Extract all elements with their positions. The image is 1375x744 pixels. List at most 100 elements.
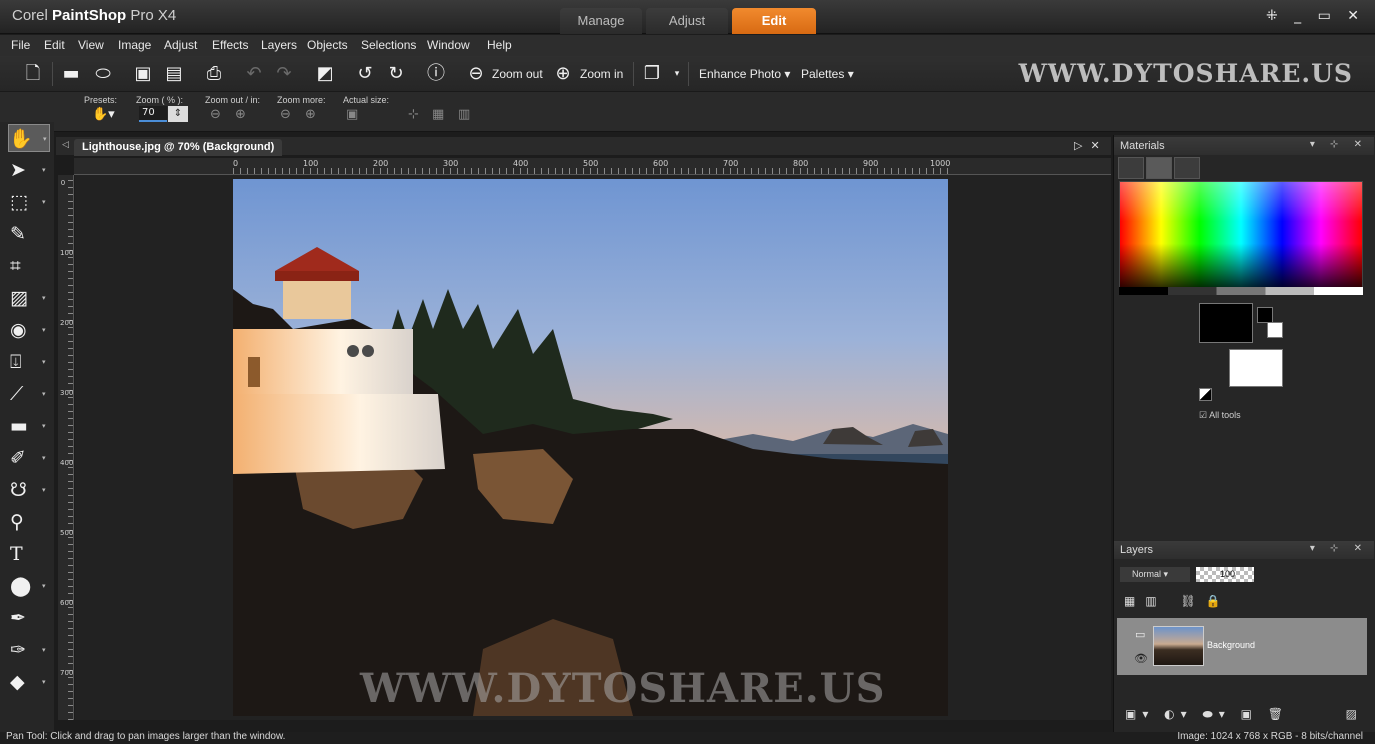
open-folder-icon[interactable]: ▬	[60, 63, 82, 85]
tab-manage[interactable]: Manage	[560, 8, 642, 34]
crop-tool[interactable]: ⌗	[10, 252, 40, 280]
menu-layers[interactable]: Layers	[261, 38, 297, 52]
materials-panel-header: Materials ▾ ⊹ ✕	[1114, 137, 1374, 155]
menu-window[interactable]: Window	[427, 38, 470, 52]
panel-controls-icon[interactable]: ▾ ⊹ ✕	[1310, 543, 1368, 554]
redo-icon[interactable]: ↷	[273, 63, 295, 85]
eraser-tool[interactable]: ◆ ▾	[10, 668, 46, 696]
foreground-color-swatch[interactable]	[1199, 303, 1253, 343]
clone-brush-tool[interactable]: ✐ ▾	[10, 444, 46, 472]
resize-icon[interactable]: ◩	[314, 63, 336, 85]
enhance-photo-menu[interactable]: Enhance Photo ▾	[699, 67, 790, 81]
color-spectrum[interactable]	[1119, 181, 1363, 295]
layer-actions-icons[interactable]: ▣▾ ◐▾ ⬬▾ ▣ 🗑	[1125, 707, 1289, 722]
menu-image[interactable]: Image	[118, 38, 151, 52]
ellipse-icon: ⬤	[10, 575, 32, 597]
menu-adjust[interactable]: Adjust	[164, 38, 197, 52]
zoom-percent-input[interactable]: 70	[139, 106, 167, 122]
background-small-swatch[interactable]	[1267, 322, 1283, 338]
rainbow-tab[interactable]	[1146, 157, 1172, 179]
foreground-small-swatch[interactable]	[1257, 307, 1273, 323]
info-icon[interactable]: ⓘ	[425, 63, 447, 85]
fit-screen-icon[interactable]: ▥	[458, 107, 470, 125]
zoom-out-button[interactable]: Zoom out	[492, 67, 543, 81]
red-eye-tool[interactable]: ◉ ▾	[10, 316, 46, 344]
dropper-tool[interactable]: ✎	[10, 220, 40, 248]
zoom-in-icon[interactable]: ⊕	[552, 63, 574, 85]
makeover-tool[interactable]: ⍗ ▾	[10, 348, 46, 376]
layer-visibility-icon[interactable]: 👁	[1134, 652, 1148, 665]
menu-effects[interactable]: Effects	[212, 38, 248, 52]
document-tab[interactable]: Lighthouse.jpg @ 70% (Background)	[74, 139, 283, 156]
tab-scroll-left-icon[interactable]: ◁	[62, 140, 69, 150]
menu-help[interactable]: Help	[487, 38, 512, 52]
save-icon[interactable]: ▣	[132, 63, 154, 85]
zoom-in-button[interactable]: Zoom in	[580, 67, 623, 81]
color-changer-icon: ⚲	[10, 511, 24, 533]
rotate-right-icon[interactable]: ↻	[385, 63, 407, 85]
clone-icon: ✐	[10, 447, 26, 469]
print-icon[interactable]: ⎙	[203, 63, 225, 85]
menu-edit[interactable]: Edit	[44, 38, 65, 52]
smudge-tool[interactable]: ☋ ▾	[10, 476, 46, 504]
reset-colors-icon[interactable]	[1199, 388, 1212, 401]
document-close-icon[interactable]: ▷✕	[1074, 139, 1108, 152]
undo-icon[interactable]: ↶	[243, 63, 265, 85]
save-as-icon[interactable]: ▤	[163, 63, 185, 85]
shape-tool[interactable]: ⬤ ▾	[10, 572, 46, 600]
opacity-input[interactable]: 100	[1196, 567, 1254, 582]
palettes-menu[interactable]: Palettes ▾	[801, 67, 854, 81]
pen-tool[interactable]: ✒	[10, 604, 40, 632]
zoom-more-out-icon[interactable]: ⊖	[280, 107, 291, 125]
background-color-swatch[interactable]	[1229, 349, 1283, 387]
vent	[362, 345, 374, 357]
swatches-tab[interactable]	[1174, 157, 1200, 179]
grayscale-strip[interactable]	[1119, 287, 1363, 295]
ruler-label: 0	[60, 179, 66, 187]
selection-tool[interactable]: ⬚ ▾	[10, 188, 46, 216]
new-file-icon[interactable]: 🗋	[22, 63, 44, 85]
chevron-down-icon: ▾	[42, 422, 46, 430]
chevron-down-icon: ▾	[42, 486, 46, 494]
frame-tab[interactable]	[1118, 157, 1144, 179]
menu-view[interactable]: View	[78, 38, 104, 52]
presets-hand-icon[interactable]: ✋▾	[92, 107, 115, 125]
panel-controls-icon[interactable]: ▾ ⊹ ✕	[1310, 139, 1368, 150]
tab-adjust[interactable]: Adjust	[646, 8, 728, 34]
paintshop-window: Corel PaintShop Pro X4 Manage Adjust Edi…	[0, 0, 1375, 744]
chevron-down-icon[interactable]: ▾	[666, 63, 688, 85]
paint-brush-tool[interactable]: ⟋ ▾	[10, 380, 46, 408]
blend-mode-select[interactable]: Normal ▾	[1120, 567, 1190, 582]
ruler-label: 0	[233, 159, 239, 168]
zoom-more-in-icon[interactable]: ⊕	[305, 107, 316, 125]
copy-icon[interactable]: ❐	[641, 63, 663, 85]
layer-tools-icons[interactable]: ▦▥ ⛓🔒	[1124, 594, 1231, 608]
layer-properties-icon[interactable]: ▨	[1346, 707, 1357, 721]
menu-selections[interactable]: Selections	[361, 38, 416, 52]
straighten-tool[interactable]: ▨ ▾	[10, 284, 46, 312]
all-tools-checkbox[interactable]: ☑ All tools	[1199, 410, 1241, 421]
chevron-down-icon: ▾	[42, 646, 46, 654]
menu-objects[interactable]: Objects	[307, 38, 348, 52]
tab-edit[interactable]: Edit	[732, 8, 816, 34]
actual-size-icon[interactable]: ▣	[346, 107, 358, 125]
rotate-left-icon[interactable]: ↺	[354, 63, 376, 85]
zoom-out-icon[interactable]: ⊖	[465, 63, 487, 85]
zoom-spin-button[interactable]: ⇕	[168, 106, 188, 122]
warp-brush-tool[interactable]: ✑ ▾	[10, 636, 46, 664]
lighthouse-photo[interactable]	[233, 179, 948, 716]
gradient-tool[interactable]: ▬ ▾	[10, 412, 46, 440]
fit-image-icon[interactable]: ▦	[432, 107, 444, 125]
zoom-in-small-icon[interactable]: ⊕	[235, 107, 246, 125]
menu-file[interactable]: File	[11, 38, 30, 52]
scanner-icon[interactable]: ⬭	[92, 63, 114, 85]
text-tool[interactable]: T	[10, 540, 40, 568]
pick-tool[interactable]: ➤ ▾	[10, 156, 46, 184]
pan-tool[interactable]: ✋ ▾	[8, 124, 50, 152]
window-controls[interactable]: ⁜ _ ▭ ✕	[1266, 8, 1365, 24]
layer-group-icon[interactable]: ▭	[1135, 628, 1145, 641]
toolbar-separator	[52, 62, 53, 86]
color-changer-tool[interactable]: ⚲	[10, 508, 40, 536]
fit-window-icon[interactable]: ⊹	[408, 107, 419, 125]
zoom-out-small-icon[interactable]: ⊖	[210, 107, 221, 125]
